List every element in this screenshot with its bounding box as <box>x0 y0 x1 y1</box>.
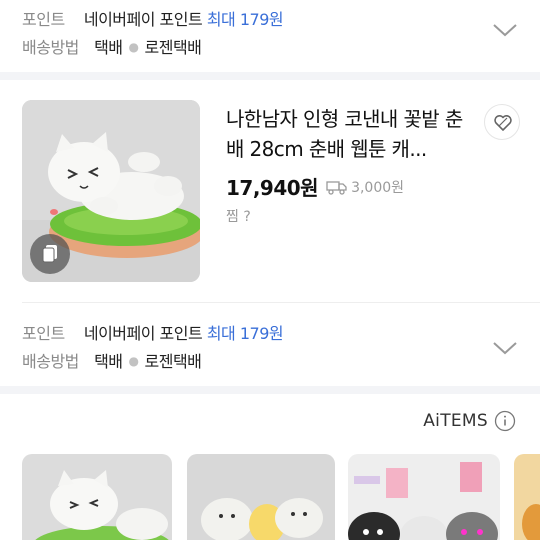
shipping-company: 로젠택배 <box>144 352 202 371</box>
recommendation-image <box>514 454 540 540</box>
price-row: 17,940원 3,000원 <box>226 172 404 201</box>
zzim-count: 찜 ? <box>226 209 251 225</box>
points-max: 최대 179원 <box>206 10 284 29</box>
points-row: 포인트 네이버페이 포인트 최대 179원 <box>22 320 284 344</box>
product-item[interactable]: 나한남자 인형 코낸내 꽃밭 춘배 28cm 춘배 웹툰 캐... 17,940… <box>0 100 540 284</box>
copy-badge[interactable] <box>30 234 70 274</box>
points-provider: 네이버페이 포인트 <box>83 324 203 343</box>
shipping-info-bottom[interactable]: 포인트 네이버페이 포인트 최대 179원 배송방법 택배 ● 로젠택배 <box>0 314 540 386</box>
points-label: 포인트 <box>22 324 65 343</box>
shipping-method-row: 배송방법 택배 ● 로젠택배 <box>22 348 202 372</box>
shipping-method-label: 배송방법 <box>22 352 79 371</box>
info-icon[interactable] <box>494 410 516 432</box>
recommendation-image <box>187 454 335 540</box>
points-provider: 네이버페이 포인트 <box>83 10 203 29</box>
product-title[interactable]: 나한남자 인형 코낸내 꽃밭 춘배 28cm 춘배 웹툰 캐... <box>226 104 466 164</box>
heart-icon <box>494 115 512 131</box>
points-max: 최대 179원 <box>206 324 284 343</box>
points-label: 포인트 <box>22 10 65 29</box>
recommendation-card[interactable] <box>348 454 500 540</box>
truck-icon <box>326 180 347 195</box>
shipping-fee: 3,000원 <box>351 179 405 196</box>
aitems-header[interactable]: AiTEMS <box>423 410 516 432</box>
chevron-down-icon[interactable] <box>492 22 518 38</box>
section-divider <box>0 386 540 394</box>
chevron-down-icon[interactable] <box>492 340 518 356</box>
points-row: 포인트 네이버페이 포인트 최대 179원 <box>22 6 284 30</box>
recommendation-card[interactable] <box>514 454 540 540</box>
shipping-method-row: 배송방법 택배 ● 로젠택배 <box>22 34 202 58</box>
recommendation-card[interactable] <box>22 454 172 540</box>
recommendation-image <box>22 454 172 540</box>
recommendation-image <box>348 454 500 540</box>
shipping-type: 택배 <box>94 352 123 371</box>
shipping-method-label: 배송방법 <box>22 38 79 57</box>
separator-dot: ● <box>128 40 139 54</box>
shipping-type: 택배 <box>94 38 123 57</box>
row-divider <box>22 302 540 303</box>
copy-icon <box>42 245 57 263</box>
shipping-company: 로젠택배 <box>144 38 202 57</box>
separator-dot: ● <box>128 354 139 368</box>
recommendation-card[interactable] <box>187 454 335 540</box>
wish-button[interactable] <box>484 104 520 140</box>
product-price: 17,940원 <box>226 176 319 200</box>
shipping-info-top[interactable]: 포인트 네이버페이 포인트 최대 179원 배송방법 택배 ● 로젠택배 <box>0 0 540 72</box>
section-divider <box>0 72 540 80</box>
product-thumbnail[interactable] <box>22 100 200 282</box>
aitems-label: AiTEMS <box>423 411 488 431</box>
